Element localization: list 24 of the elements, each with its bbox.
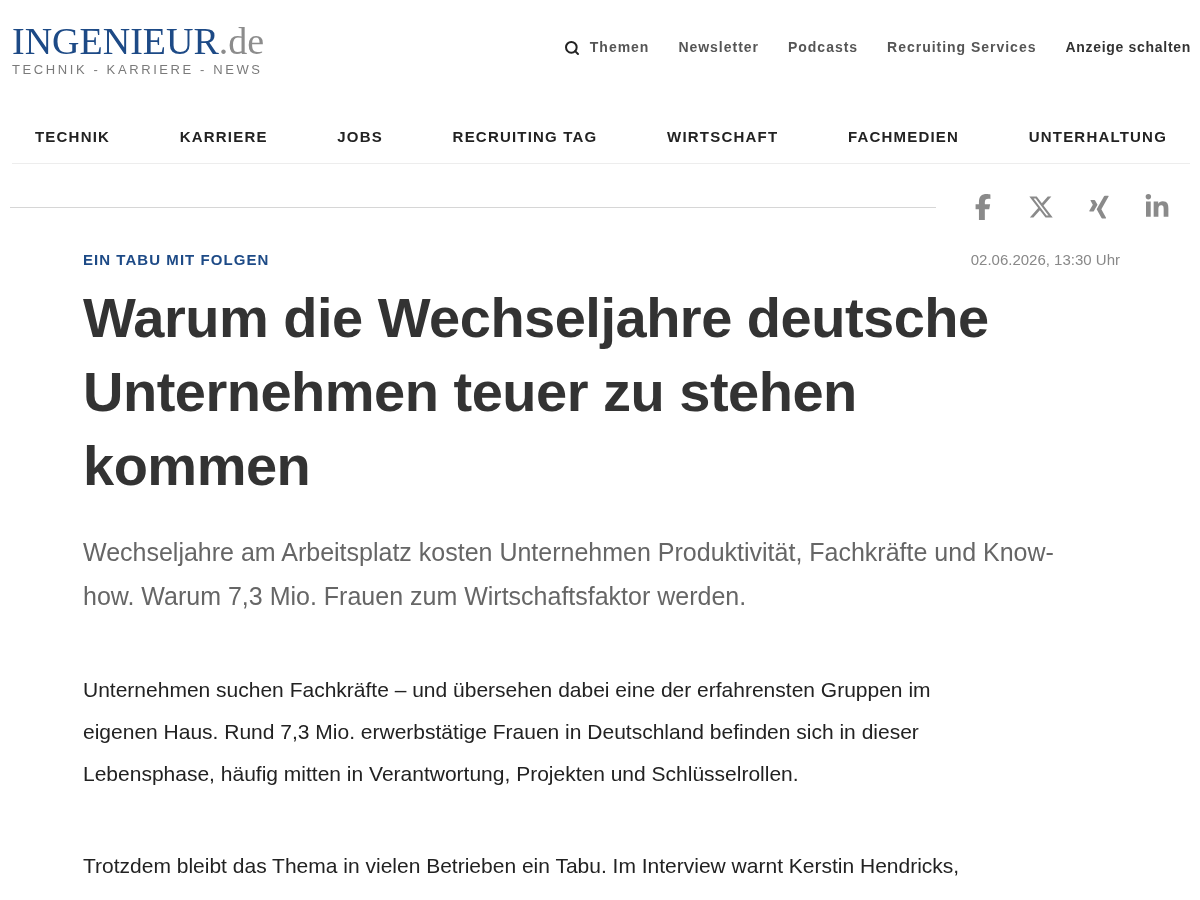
main-nav-link[interactable]: KARRIERE bbox=[179, 126, 268, 149]
main-nav-link[interactable]: JOBS bbox=[337, 126, 383, 149]
top-nav-link[interactable]: Recruiting Services bbox=[887, 37, 1037, 58]
main-nav-link[interactable]: FACHMEDIEN bbox=[847, 126, 960, 149]
article-paragraph: Trotzdem bleibt das Thema in vielen Betrieben ein Tabu. Im Interview warnt Kerstin Hendricks, bbox=[83, 853, 961, 879]
article-kicker: EIN TABU MIT FOLGEN bbox=[83, 250, 270, 270]
main-nav-link[interactable]: TECHNIK bbox=[35, 126, 111, 149]
main-nav-link[interactable]: UNTERHALTUNG bbox=[1028, 126, 1167, 149]
main-nav-link[interactable]: WIRTSCHAFT bbox=[667, 126, 779, 149]
top-nav-link[interactable]: Newsletter bbox=[678, 37, 759, 58]
logo-wordmark[interactable]: INGENIEUR.de bbox=[12, 20, 265, 62]
search-icon bbox=[563, 39, 580, 56]
xing-icon[interactable] bbox=[1086, 194, 1112, 220]
linkedin-icon[interactable] bbox=[1144, 194, 1170, 220]
main-nav-link[interactable]: RECRUITING TAG bbox=[452, 126, 598, 149]
article-lead: Wechseljahre am Arbeitsplatz kosten Unternehmen Produktivität, Fachkräfte und Know-how. Warum 7,3 Mio. Frauen zum Wirtschaftsfaktor werden. bbox=[83, 537, 1055, 612]
advertise-link[interactable]: Anzeige schalten bbox=[1065, 37, 1191, 58]
x-icon[interactable] bbox=[1028, 194, 1054, 220]
article-date: 02.06.2026, 13:30 Uhr bbox=[970, 250, 1120, 270]
article-paragraph: Unternehmen suchen Fachkräfte – und übersehen dabei eine der erfahrensten Gruppen im eigenen Haus. Rund 7,3 Mio. erwerbstätige Frauen in Deutschland befinden sich in dieser Lebensphase, häufig mitten in Verantwortung, Projekten und Schlüsselrollen. bbox=[83, 677, 932, 787]
article-headline: Warum die Wechseljahre deutsche Unternehmen teuer zu stehen kommen bbox=[83, 285, 990, 499]
top-nav-link[interactable]: Podcasts bbox=[788, 37, 859, 58]
logo-tagline: TECHNIK - KARRIERE - NEWS bbox=[12, 62, 264, 78]
topics-search-link[interactable]: Themen bbox=[563, 37, 650, 58]
